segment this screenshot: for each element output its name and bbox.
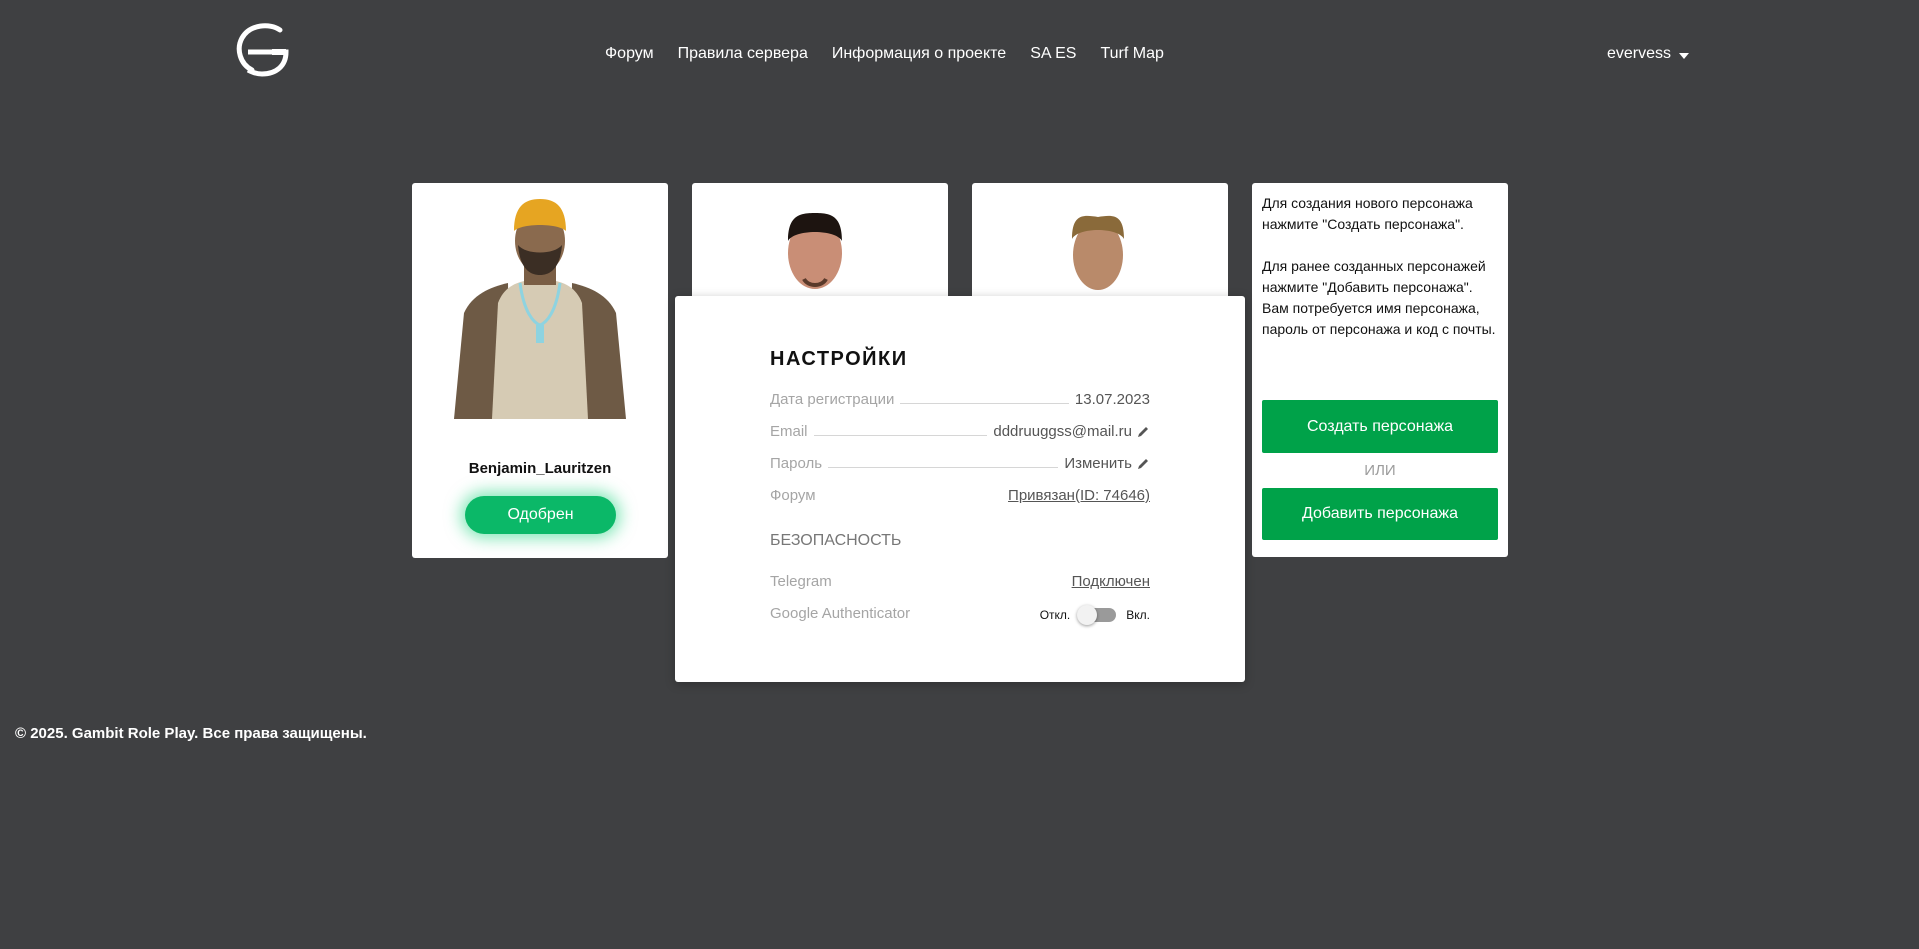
settings-title: НАСТРОЙКИ: [770, 348, 908, 370]
or-label: ИЛИ: [1364, 462, 1396, 479]
pencil-icon[interactable]: [1136, 425, 1150, 439]
user-menu[interactable]: evervess: [1607, 44, 1690, 64]
password-row: Пароль Изменить: [770, 450, 1150, 472]
create-character-button[interactable]: Создать персонажа: [1262, 400, 1498, 453]
main-nav: Форум Правила сервера Информация о проек…: [605, 44, 1164, 64]
settings-panel: НАСТРОЙКИ Дата регистрации 13.07.2023 Em…: [675, 296, 1245, 682]
registration-date-row: Дата регистрации 13.07.2023: [770, 386, 1150, 408]
footer-copyright: © 2025. Gambit Role Play. Все права защи…: [15, 725, 367, 742]
registration-date-label: Дата регистрации: [770, 391, 895, 408]
security-title: БЕЗОПАСНОСТЬ: [770, 532, 902, 549]
forum-label: Форум: [770, 487, 816, 504]
gambit-logo-icon[interactable]: [232, 22, 292, 78]
nav-turf-map[interactable]: Turf Map: [1100, 44, 1163, 64]
forum-row: Форум Привязан(ID: 74646): [770, 482, 1150, 504]
character-card[interactable]: Benjamin_Lauritzen Одобрен: [412, 183, 668, 558]
nav-sa-es[interactable]: SA ES: [1030, 44, 1076, 64]
google-auth-row: Google Authenticator Откл. Вкл.: [770, 600, 1150, 625]
email-label: Email: [770, 423, 808, 440]
google-auth-label: Google Authenticator: [770, 605, 911, 622]
change-password-link[interactable]: Изменить: [1064, 455, 1132, 472]
telegram-label: Telegram: [770, 573, 832, 590]
google-auth-toggle[interactable]: [1077, 605, 1117, 625]
username: evervess: [1607, 45, 1672, 62]
approved-status-button[interactable]: Одобрен: [465, 496, 616, 534]
row-divider: [813, 435, 988, 436]
email-value: dddruuggss@mail.ru: [993, 423, 1132, 440]
character-name: Benjamin_Lauritzen: [468, 460, 612, 477]
toggle-on-label: Вкл.: [1126, 608, 1150, 622]
add-character-button[interactable]: Добавить персонажа: [1262, 488, 1498, 540]
chevron-down-icon: [1679, 52, 1690, 59]
info-text: Для создания нового персонажа нажмите "С…: [1262, 195, 1496, 337]
row-divider: [900, 403, 1069, 404]
telegram-connected-link[interactable]: Подключен: [1072, 573, 1150, 590]
toggle-knob: [1077, 605, 1098, 625]
header: Форум Правила сервера Информация о проек…: [0, 0, 1919, 110]
registration-date-value: 13.07.2023: [1074, 391, 1150, 408]
google-auth-toggle-wrap: Откл. Вкл.: [1039, 605, 1150, 625]
email-row: Email dddruuggss@mail.ru: [770, 418, 1150, 440]
toggle-off-label: Откл.: [1039, 608, 1071, 622]
password-label: Пароль: [770, 455, 823, 472]
telegram-row: Telegram Подключен: [770, 568, 1150, 590]
email-value-wrap: dddruuggss@mail.ru: [993, 423, 1150, 440]
character-avatar: [454, 199, 626, 419]
info-card: Для создания нового персонажа нажмите "С…: [1252, 183, 1508, 557]
row-divider: [828, 467, 1059, 468]
forum-linked-link[interactable]: Привязан(ID: 74646): [1008, 487, 1150, 504]
nav-project-info[interactable]: Информация о проекте: [832, 44, 1006, 64]
nav-forum[interactable]: Форум: [605, 44, 654, 64]
password-value-wrap[interactable]: Изменить: [1064, 455, 1150, 472]
nav-server-rules[interactable]: Правила сервера: [678, 44, 808, 64]
pencil-icon[interactable]: [1136, 457, 1150, 471]
